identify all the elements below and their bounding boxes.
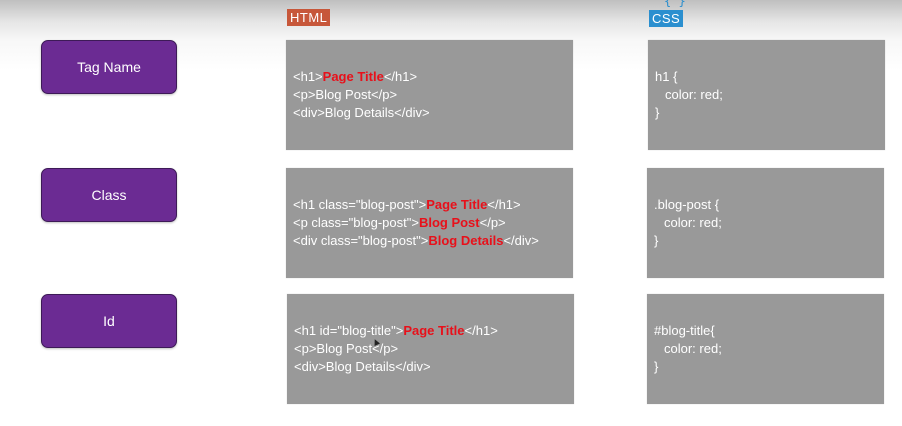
code-line: } [654,358,722,376]
code-highlight: Page Title [426,197,488,212]
code-line: <h1 class="blog-post">Page Title</h1> [293,196,539,214]
selector-button-tag-name[interactable]: Tag Name [41,40,177,94]
code-line: } [655,104,723,122]
css-braces-icon: { } [664,0,686,8]
code-line: color: red; [654,340,722,358]
code-segment: } [654,233,659,248]
code-line: <div class="blog-post">Blog Details</div… [293,232,539,250]
code-segment: <div>Blog Details</div> [294,359,431,374]
code-segment: <div class="blog-post"> [293,233,429,248]
html-code-box-class: <h1 class="blog-post">Page Title</h1> <p … [286,168,573,278]
code-line: <div>Blog Details</div> [294,358,498,376]
code-line: <h1>Page Title</h1> [293,68,430,86]
code-segment: <h1> [293,69,323,84]
html-header-label: HTML [287,9,331,26]
css-code-box-id: #blog-title{ color: red;} [647,294,884,404]
code-line: <p>Blog Post</p> [293,86,430,104]
code-segment: </h1> [487,197,521,212]
html-code-lines: <h1 id="blog-title">Page Title</h1> <p>Bl… [294,322,498,376]
code-line: } [654,232,722,250]
code-segment: <h1 id="blog-title"> [294,323,404,338]
code-segment: <p>Blog Post</p> [294,341,399,356]
code-segment: </p> [479,215,506,230]
code-segment: <p class="blog-post"> [293,215,419,230]
code-segment: </h1> [383,69,418,84]
code-line: <h1 id="blog-title">Page Title</h1> [294,322,498,340]
code-highlight: Page Title [322,69,384,84]
selector-button-id[interactable]: Id [41,294,177,348]
css-code-box-tag-name: h1 { color: red;} [648,40,885,150]
html-code-lines: <h1 class="blog-post">Page Title</h1> <p … [293,196,539,250]
code-highlight: Blog Details [428,233,504,248]
selector-button-class[interactable]: Class [41,168,177,222]
code-segment: <h1 class="blog-post"> [293,197,427,212]
code-highlight: Page Title [403,323,465,338]
code-segment: h1 { [655,69,678,84]
css-code-lines: h1 { color: red;} [655,68,723,122]
code-segment: <div>Blog Details</div> [293,105,430,120]
code-line: #blog-title{ [654,322,722,340]
code-highlight: Blog Post [418,215,480,230]
code-line: .blog-post { [654,196,722,214]
code-line: <div>Blog Details</div> [293,104,430,122]
css-code-lines: #blog-title{ color: red;} [654,322,722,376]
selector-button-label: Class [91,187,127,203]
selector-button-label: Id [103,313,115,329]
code-segment: </div> [503,233,539,248]
code-segment: </h1> [464,323,498,338]
selector-button-label: Tag Name [77,59,141,75]
code-segment: .blog-post { [654,197,720,212]
code-segment: #blog-title{ [654,323,715,338]
code-line: h1 { [655,68,723,86]
html-code-box-id: <h1 id="blog-title">Page Title</h1> <p>Bl… [287,294,574,404]
code-line: color: red; [655,86,723,104]
code-line: color: red; [654,214,722,232]
code-segment: } [654,359,659,374]
html-code-lines: <h1>Page Title</h1> <p>Blog Post</p> <div>… [293,68,430,122]
css-header-label: CSS [649,10,684,27]
code-line: <p>Blog Post</p> [294,340,498,358]
code-segment: <p>Blog Post</p> [293,87,398,102]
css-code-lines: .blog-post { color: red;} [654,196,722,250]
html-code-box-tag-name: <h1>Page Title</h1> <p>Blog Post</p> <div>… [286,40,573,150]
css-code-box-class: .blog-post { color: red;} [647,168,884,278]
code-segment: color: red; [664,215,722,230]
code-segment: } [655,105,660,120]
code-segment: color: red; [665,87,723,102]
code-segment: color: red; [664,341,722,356]
code-line: <p class="blog-post">Blog Post</p> [293,214,539,232]
